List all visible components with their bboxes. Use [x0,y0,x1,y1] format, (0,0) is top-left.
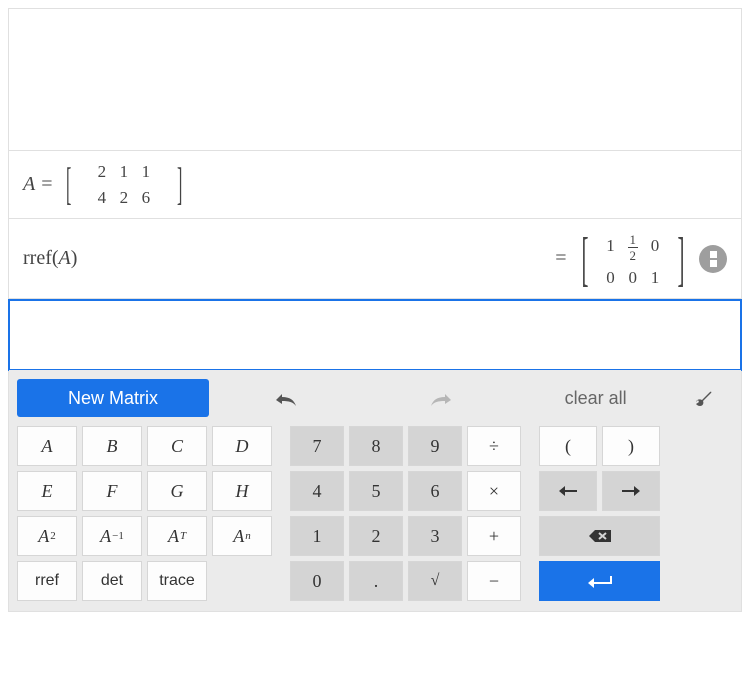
key-power[interactable]: An [212,516,272,556]
calculator-app: A = [ 2 1 1 4 2 6 [8,8,742,612]
matrix-key-grid: A B C D E F G H A2 A−1 AT An rref det tr… [17,426,272,601]
key-backspace[interactable] [539,516,660,556]
key-open-paren[interactable]: ( [539,426,597,466]
history-row-blank [9,9,741,151]
redo-button[interactable] [427,388,455,408]
key-multiply[interactable]: × [467,471,521,511]
key-left[interactable] [539,471,597,511]
equals-sign: = [41,173,52,196]
key-1[interactable]: 1 [290,516,344,556]
key-0[interactable]: 0 [290,561,344,601]
key-enter[interactable] [539,561,660,601]
expression: rref ( A ) [23,247,77,270]
key-det[interactable]: det [82,561,142,601]
func-arg: A [59,247,71,270]
key-square[interactable]: A2 [17,516,77,556]
key-right[interactable] [602,471,660,511]
key-transpose[interactable]: AT [147,516,207,556]
key-inverse[interactable]: A−1 [82,516,142,556]
right-bracket: ] [177,166,182,203]
key-dot[interactable]: . [349,561,403,601]
answer-block: = [ 1 12 0 0 0 1 [549,224,727,293]
result-matrix: [ 1 12 0 0 0 1 ] [575,224,691,293]
func-name: rref [23,247,52,270]
history-row-answer[interactable]: rref ( A ) = [ 1 12 0 0 [9,219,741,299]
active-input-row[interactable] [8,299,742,371]
key-rref[interactable]: rref [17,561,77,601]
key-G[interactable]: G [147,471,207,511]
key-divide[interactable]: ÷ [467,426,521,466]
key-D[interactable]: D [212,426,272,466]
key-empty [212,561,272,601]
key-plus[interactable]: + [467,516,521,556]
settings-button[interactable] [693,388,713,408]
key-sqrt[interactable]: √ [408,561,462,601]
key-close-paren[interactable]: ) [602,426,660,466]
clear-all-button[interactable]: clear all [565,388,627,409]
key-3[interactable]: 3 [408,516,462,556]
key-6[interactable]: 6 [408,471,462,511]
left-bracket: [ [65,166,70,203]
keypad-toolbar: New Matrix clear all [17,376,733,420]
key-E[interactable]: E [17,471,77,511]
key-A[interactable]: A [17,426,77,466]
key-5[interactable]: 5 [349,471,403,511]
matrix-name: A [23,173,35,196]
key-H[interactable]: H [212,471,272,511]
key-2[interactable]: 2 [349,516,403,556]
numpad-grid: 7 8 9 ÷ 4 5 6 × 1 2 3 + 0 . √ − [290,426,521,601]
nav-grid: ( ) [539,426,660,601]
key-trace[interactable]: trace [147,561,207,601]
equals-sign: = [555,247,566,270]
key-4[interactable]: 4 [290,471,344,511]
key-minus[interactable]: − [467,561,521,601]
new-matrix-button[interactable]: New Matrix [17,379,209,417]
matrix-definition: A = [ 2 1 1 4 2 6 [23,153,187,217]
key-9[interactable]: 9 [408,426,462,466]
key-7[interactable]: 7 [290,426,344,466]
left-bracket: [ [581,235,588,283]
key-8[interactable]: 8 [349,426,403,466]
history-row-definition[interactable]: A = [ 2 1 1 4 2 6 [9,151,741,219]
key-B[interactable]: B [82,426,142,466]
key-F[interactable]: F [82,471,142,511]
keypad: New Matrix clear all [9,370,741,611]
right-bracket: ] [678,235,685,283]
undo-button[interactable] [272,388,300,408]
fraction-toggle-button[interactable] [699,245,727,273]
matrix-A: [ 2 1 1 4 2 6 ] [61,153,188,217]
key-C[interactable]: C [147,426,207,466]
